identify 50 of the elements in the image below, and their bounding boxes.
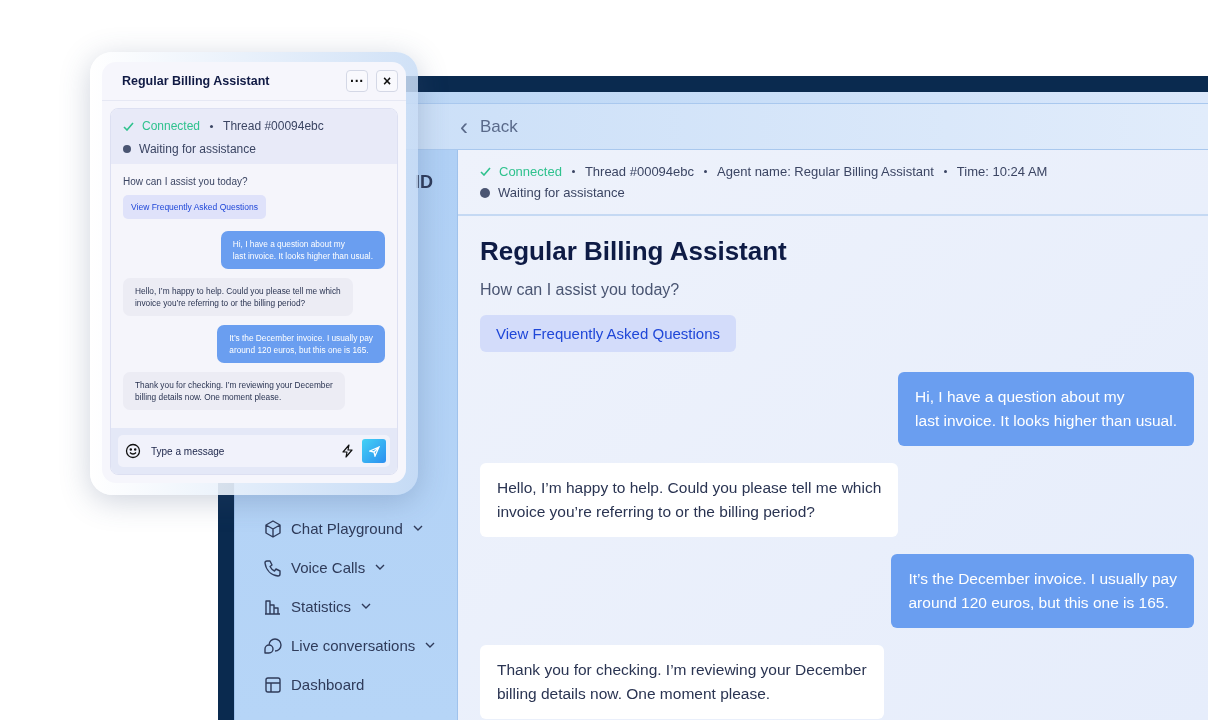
close-button[interactable]: × [376,70,398,92]
chevron-down-icon [361,603,371,610]
status-detail: Time: 10:24 AM [956,164,1048,179]
sidebar-item[interactable]: Dashboard [235,665,371,704]
chat-title: Regular Billing Assistant [480,236,788,267]
more-button[interactable]: ··· [346,70,368,92]
status-detail: Agent name: Regular Billing Assistant [717,164,934,179]
widget-title: Regular Billing Assistant [122,74,271,88]
faq-button[interactable]: View Frequently Asked Questions [480,315,736,352]
chat-bubbles-icon [263,635,283,656]
sidebar-item[interactable]: Chat Playground [235,509,429,548]
lightning-icon[interactable] [341,444,354,458]
message-input[interactable]: Type a message [149,444,333,458]
status-dot [480,187,490,198]
waiting-status: Waiting for assistance [498,185,625,200]
send-icon [368,445,380,457]
user-message: It’s the December invoice. I usually pay around 120 euros, but this one is 165. [217,325,385,363]
check-icon [123,121,134,131]
connection-status: Connected [142,119,201,133]
user-message: Hi, I have a question about my last invoice. It looks higher than usual. [898,372,1194,446]
waiting-status: Waiting for assistance [139,142,256,156]
chevron-down-icon [412,525,423,532]
sidebar-item[interactable]: Live conversations [235,626,442,665]
back-chevron[interactable]: ‹ [460,114,468,139]
check-icon [480,167,491,176]
status-dot [123,145,131,153]
greeting-text: How can I assist you today? [480,281,681,299]
user-message: Hi, I have a question about my last invoice. It looks higher than usual. [220,231,385,269]
sidebar-item[interactable]: Voice Calls [235,548,392,587]
send-button[interactable] [362,439,386,463]
agent-message: Thank you for checking. I’m reviewing your December billing details now. One moment please. [123,372,345,410]
chevron-down-icon [425,642,436,649]
user-message: It’s the December invoice. I usually pay around 120 euros, but this one is 165. [891,554,1194,628]
chevron-down-icon [375,564,386,571]
message-field[interactable]: Type a message [118,435,390,467]
agent-message: Thank you for checking. I’m reviewing your December billing details now. One moment please. [480,645,884,719]
agent-message: Hello, I’m happy to help. Could you please tell me which invoice you’re referring to or the billing period? [123,278,353,316]
cube-icon [263,518,283,539]
agent-message: Hello, I’m happy to help. Could you please tell me which invoice you’re referring to or the billing period? [480,463,899,537]
emoji-icon[interactable] [125,443,141,459]
layout-icon [263,674,283,695]
greeting-text: How can I assist you today? [123,176,249,187]
sidebar-item[interactable]: Statistics [235,587,377,626]
phone-icon [263,557,283,578]
logo-text: ID [415,172,433,193]
faq-button[interactable]: View Frequently Asked Questions [123,195,266,219]
status-detail: Thread #00094ebc [584,164,695,179]
status-detail: Thread #00094ebc [223,119,324,133]
connection-status: Connected [499,164,562,179]
back-button[interactable]: Back [480,116,518,137]
